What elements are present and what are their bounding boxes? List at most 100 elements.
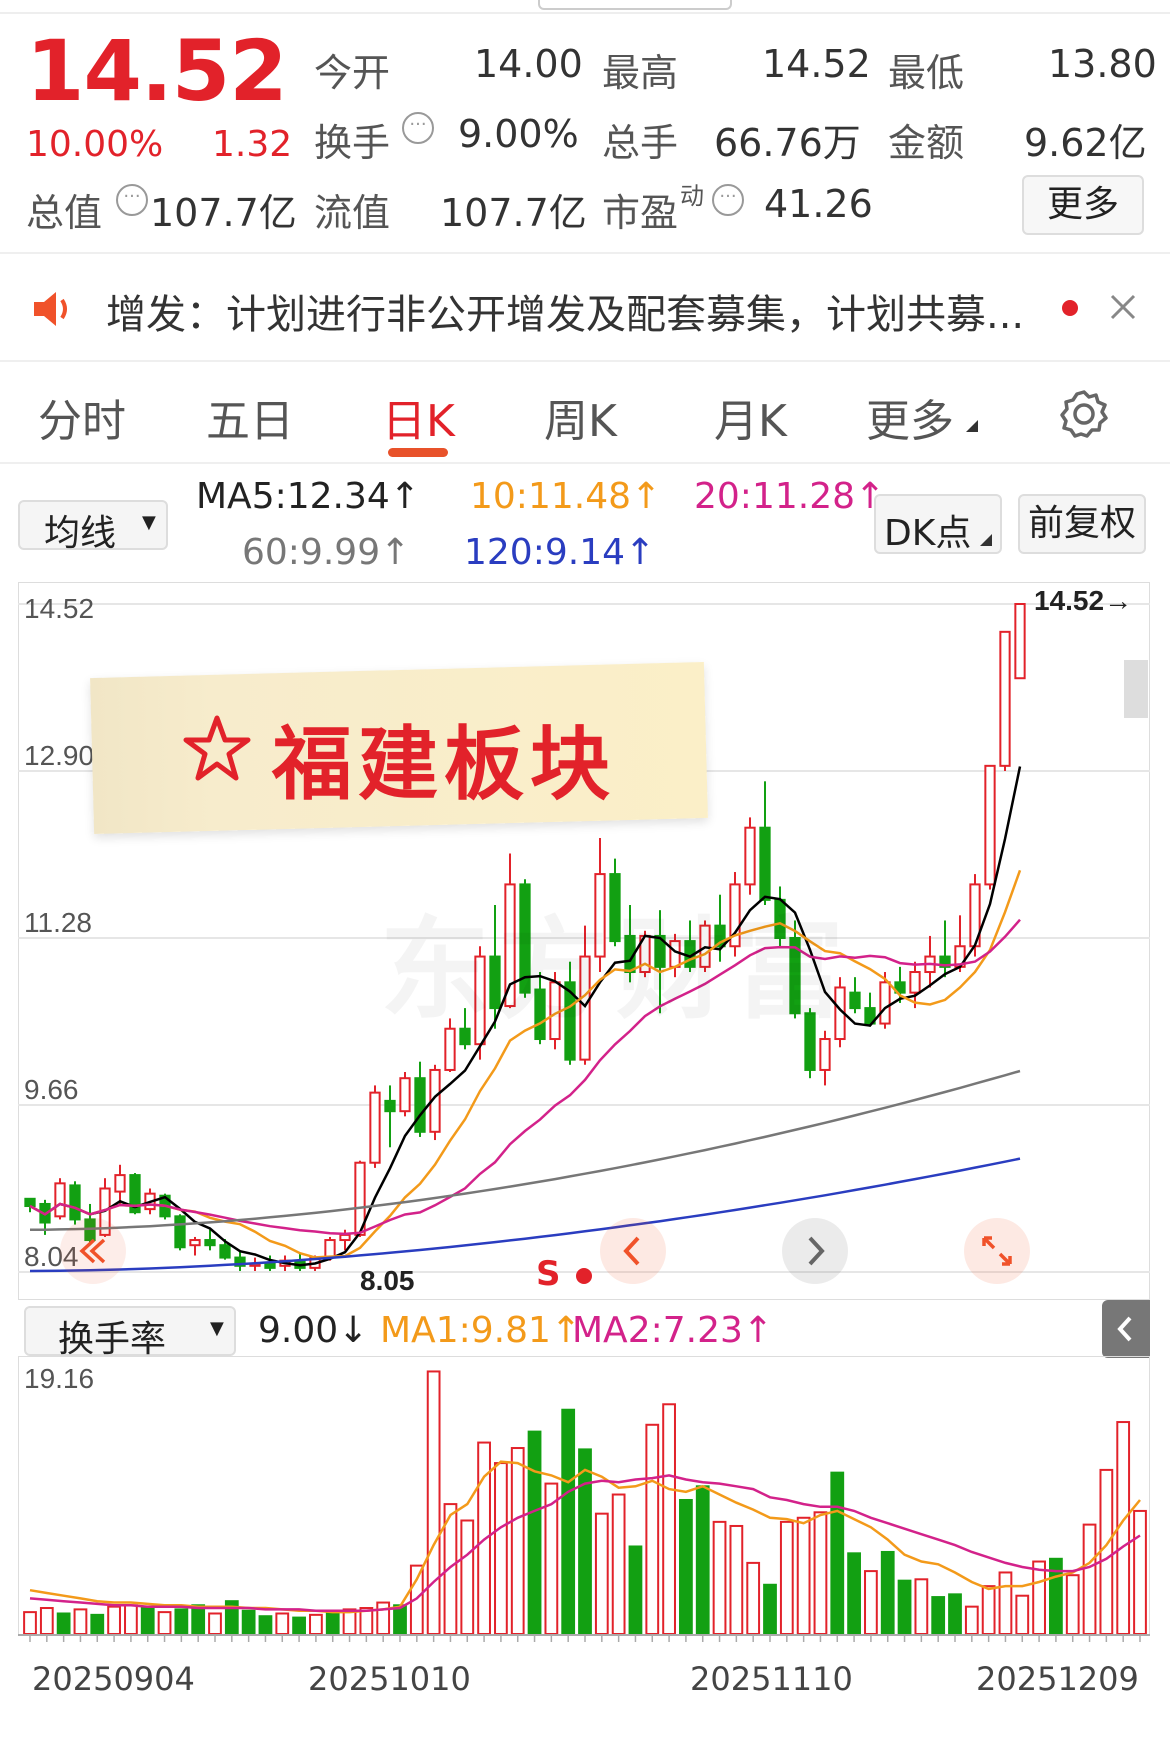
turnover-bar: [510, 1447, 525, 1636]
divider: [0, 360, 1170, 362]
sell-signal: S: [536, 1254, 561, 1294]
ma120-value: 120:9.14↑: [464, 532, 656, 573]
candle-body: [369, 1091, 381, 1164]
tab-weekly-k[interactable]: 周K: [544, 385, 617, 449]
candle-body: [24, 1197, 36, 1208]
turnover-bar: [695, 1485, 710, 1635]
y-axis-label: 11.28: [24, 907, 92, 938]
dk-point-label: DK点: [884, 513, 972, 554]
candle-body: [879, 981, 891, 1025]
turnover-bar: [56, 1612, 71, 1636]
ma10-value: 10:11.48↑: [470, 476, 662, 517]
float-cap-value: 107.7亿: [440, 191, 587, 235]
chevron-right-icon: [808, 1236, 825, 1266]
pe-dynamic-sup: 动: [680, 182, 704, 210]
candle-body: [999, 630, 1011, 767]
turnover-bar: [578, 1448, 592, 1636]
candle-body: [414, 1077, 426, 1133]
turnover-bar: [964, 1605, 979, 1635]
more-dropdown-icon: [966, 420, 978, 432]
turnover-bar: [880, 1550, 895, 1635]
nav-left-button[interactable]: [600, 1218, 666, 1284]
max-price-label: 14.52→: [1034, 585, 1132, 616]
nav-right-button[interactable]: [782, 1218, 848, 1284]
tab-more[interactable]: 更多: [866, 385, 954, 449]
pe-label: 市盈: [602, 191, 679, 235]
turnover-bar: [813, 1511, 828, 1635]
dk-point-button[interactable]: DK点: [874, 494, 1002, 554]
turnover-bar: [763, 1583, 777, 1636]
turnover-bar: [864, 1570, 878, 1635]
turnover-chart[interactable]: 19.16: [18, 1356, 1150, 1656]
y-axis-label: 9.66: [24, 1074, 79, 1105]
info-icon[interactable]: ···: [712, 184, 744, 216]
candle-body: [189, 1239, 201, 1247]
collapse-panel-button[interactable]: [1102, 1300, 1150, 1358]
high-value: 14.52: [762, 42, 871, 86]
turnover-bar: [275, 1612, 290, 1636]
ma5-value: MA5:12.34↑: [196, 476, 420, 517]
turnover-bar: [611, 1493, 626, 1635]
date-label: 20251110: [690, 1660, 853, 1698]
scroll-left-button[interactable]: [60, 1218, 126, 1284]
change-amount: 1.32: [212, 124, 293, 165]
amount-value: 9.62亿: [1024, 121, 1147, 165]
info-icon[interactable]: ···: [402, 112, 434, 144]
ma20-value: 20:11.28↑: [694, 476, 886, 517]
expand-icon: [982, 1236, 1012, 1266]
sub-indicator-select[interactable]: 换手率 ▼: [24, 1306, 236, 1360]
turnover-bar: [107, 1605, 121, 1635]
info-icon[interactable]: ···: [116, 184, 148, 216]
tab-monthly-k[interactable]: 月K: [714, 385, 787, 449]
turnover-label: 换手: [314, 121, 391, 165]
turnover-bar: [460, 1519, 475, 1635]
sub-indicator-label: 换手率: [58, 1319, 167, 1360]
turnover-bar: [830, 1471, 845, 1635]
fullscreen-button[interactable]: [964, 1218, 1030, 1284]
turnover-bar: [376, 1601, 391, 1635]
turnover-bar: [426, 1370, 441, 1635]
candle-body: [339, 1233, 351, 1242]
low-value: 13.80: [1048, 42, 1157, 86]
candle-body: [264, 1262, 276, 1269]
tab-five-day[interactable]: 五日: [206, 385, 294, 449]
notice-bar[interactable]: 增发：计划进行非公开增发及配套募集，计划共募...: [0, 258, 1170, 358]
turnover-rate-value: 9.00↓: [258, 1310, 369, 1351]
price-adjust-button[interactable]: 前复权: [1018, 494, 1146, 554]
turnover-bar: [157, 1611, 172, 1636]
gear-icon[interactable]: [1058, 388, 1110, 440]
y-axis-label: 19.16: [24, 1363, 94, 1394]
turnover-bar: [847, 1552, 861, 1635]
turnover-bar: [241, 1609, 256, 1635]
chevron-down-icon: ▼: [210, 1318, 224, 1339]
scroll-indicator: [1124, 660, 1148, 718]
y-axis-label: 14.52: [24, 593, 94, 624]
turnover-bar: [73, 1608, 88, 1635]
turnover-bar: [679, 1498, 693, 1635]
turnover-bar: [1133, 1509, 1147, 1635]
low-label: 最低: [888, 51, 965, 95]
float-cap-label: 流值: [314, 191, 391, 235]
indicator-select[interactable]: 均线 ▼: [18, 500, 168, 554]
candle-body: [744, 826, 756, 886]
divider: [0, 462, 1170, 464]
close-icon[interactable]: [1108, 292, 1138, 322]
tab-daily-k[interactable]: 日K: [382, 385, 455, 449]
turnover-bar: [1099, 1468, 1114, 1635]
volume-label: 总手: [602, 121, 679, 165]
chevron-left-icon: [623, 1236, 640, 1266]
candle-body: [399, 1077, 411, 1113]
candle-body: [114, 1174, 126, 1193]
more-quote-button[interactable]: 更多: [1022, 175, 1144, 235]
open-label: 今开: [314, 51, 391, 95]
tab-intraday[interactable]: 分时: [38, 385, 126, 449]
unread-dot: [1062, 300, 1078, 316]
volume-value: 66.76万: [714, 121, 861, 165]
turnover-bar: [796, 1516, 811, 1635]
turnover-bar: [561, 1408, 576, 1635]
turnover-bar: [208, 1612, 222, 1636]
turnover-bar: [628, 1545, 643, 1635]
turnover-bar: [948, 1593, 962, 1635]
turnover-bar: [1032, 1560, 1046, 1635]
turnover-bar: [897, 1579, 912, 1636]
